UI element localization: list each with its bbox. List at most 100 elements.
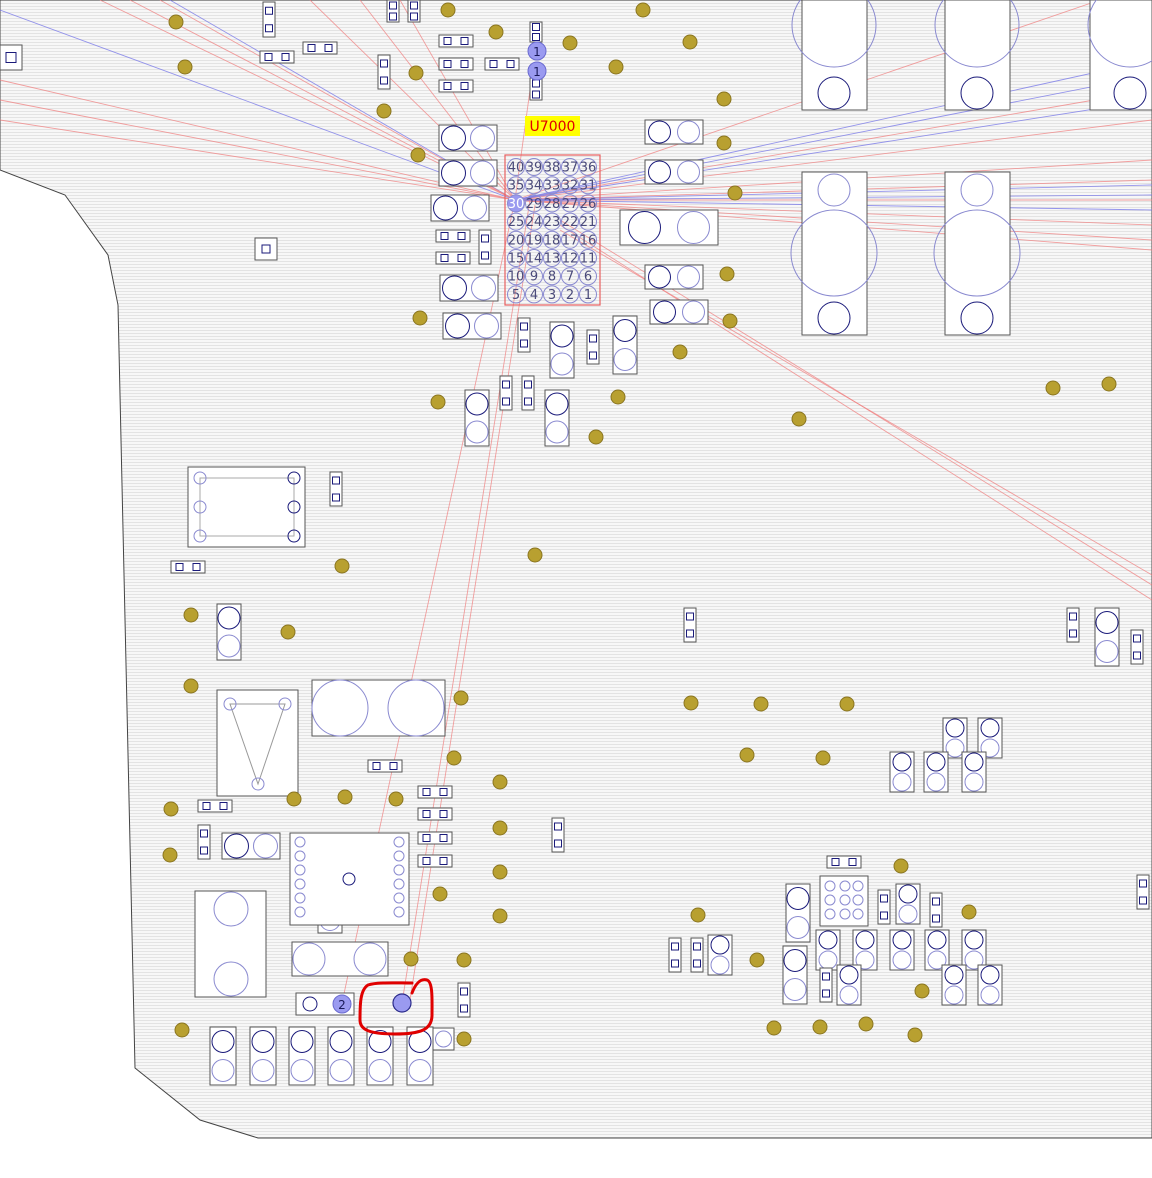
pcb-board-view[interactable]: 40 39 38 37 3635 34 33 32 3130 29 28 27 2625 24 23 22 21… <box>0 0 1152 1178</box>
passive-component[interactable] <box>417 831 453 845</box>
passive-component[interactable] <box>302 41 338 55</box>
passive-component[interactable] <box>644 119 704 145</box>
passive-component[interactable] <box>544 389 570 447</box>
passive-component[interactable] <box>417 807 453 821</box>
ic-pin[interactable]: 17 <box>561 230 579 249</box>
passive-component[interactable] <box>690 937 704 973</box>
passive-component[interactable] <box>438 34 474 48</box>
passive-component[interactable] <box>438 57 474 71</box>
passive-component[interactable] <box>406 1026 434 1086</box>
ic-pin[interactable]: 31 <box>579 176 597 195</box>
passive-component[interactable] <box>197 799 233 813</box>
ic-pin[interactable]: 11 <box>579 249 597 267</box>
ic-pin[interactable]: 30 <box>507 194 525 213</box>
passive-component[interactable] <box>517 317 531 353</box>
ic-pin[interactable]: 22 <box>561 212 579 231</box>
passive-component[interactable] <box>329 471 343 507</box>
passive-component[interactable] <box>1130 629 1144 665</box>
ic-pin[interactable]: 24 <box>525 212 543 231</box>
passive-component[interactable] <box>785 883 811 943</box>
passive-component[interactable] <box>367 759 403 773</box>
passive-component[interactable] <box>438 159 498 187</box>
passive-component[interactable] <box>529 21 543 43</box>
passive-component[interactable] <box>435 229 471 243</box>
passive-component[interactable] <box>439 274 499 302</box>
ic-pin[interactable]: 27 <box>561 194 579 213</box>
ic-pin[interactable]: 19 <box>525 230 543 249</box>
passive-component[interactable] <box>683 607 697 643</box>
passive-component[interactable] <box>929 892 943 928</box>
passive-component[interactable] <box>438 124 498 152</box>
passive-component[interactable] <box>923 751 949 793</box>
passive-component[interactable] <box>216 603 242 661</box>
passive-component[interactable] <box>852 929 878 971</box>
ic-pin[interactable]: 38 <box>543 158 561 176</box>
ic-pin[interactable]: 18 <box>543 230 561 249</box>
passive-component[interactable] <box>961 929 987 971</box>
ic-pin[interactable]: 29 <box>525 194 543 213</box>
passive-component[interactable] <box>707 934 733 976</box>
passive-component[interactable] <box>961 751 987 793</box>
passive-component[interactable] <box>815 929 841 971</box>
passive-component[interactable] <box>889 929 915 971</box>
passive-component[interactable] <box>377 54 391 90</box>
ic-pin[interactable]: 10 <box>507 267 525 286</box>
passive-component[interactable] <box>644 264 704 290</box>
ic-pin[interactable]: 36 <box>579 158 597 176</box>
passive-component[interactable] <box>895 883 921 925</box>
passive-component[interactable] <box>457 982 471 1018</box>
passive-component[interactable] <box>499 375 513 411</box>
passive-component[interactable] <box>430 194 490 222</box>
passive-component[interactable] <box>826 855 862 869</box>
passive-component[interactable] <box>417 785 453 799</box>
passive-component[interactable] <box>249 1026 277 1086</box>
passive-component[interactable] <box>386 0 400 23</box>
passive-component[interactable] <box>262 1 276 38</box>
passive-component[interactable] <box>924 929 950 971</box>
passive-component[interactable] <box>889 751 915 793</box>
passive-component[interactable] <box>484 57 520 71</box>
ic-pin[interactable]: 21 <box>579 212 597 231</box>
ic-pin[interactable]: 14 <box>525 249 543 267</box>
ic-pin[interactable]: 32 <box>561 176 579 195</box>
selected-pad[interactable] <box>392 993 412 1013</box>
passive-component[interactable] <box>877 889 891 925</box>
passive-component[interactable] <box>407 0 421 23</box>
passive-component[interactable] <box>327 1026 355 1086</box>
ic-pin[interactable]: 39 <box>525 158 543 176</box>
passive-component[interactable] <box>0 44 23 71</box>
ic-pin[interactable]: 25 <box>507 212 525 231</box>
pin1-marker-b[interactable]: 1 <box>527 61 547 81</box>
passive-component[interactable] <box>170 560 206 574</box>
passive-component[interactable] <box>549 321 575 379</box>
passive-component[interactable] <box>782 945 808 1005</box>
ic-pin[interactable]: 37 <box>561 158 579 176</box>
passive-component[interactable] <box>288 1026 316 1086</box>
passive-component[interactable] <box>586 329 600 365</box>
passive-component[interactable] <box>259 50 295 64</box>
pin2-marker[interactable]: 2 <box>295 992 355 1016</box>
passive-component[interactable] <box>464 389 490 447</box>
ic-pin[interactable]: 34 <box>525 176 543 195</box>
passive-component[interactable] <box>941 964 967 1006</box>
passive-component[interactable] <box>529 77 543 101</box>
passive-component[interactable] <box>1136 874 1150 910</box>
passive-component[interactable] <box>417 854 453 868</box>
ic-pin[interactable]: 28 <box>543 194 561 213</box>
passive-component[interactable] <box>221 832 281 860</box>
ic-pin[interactable]: 20 <box>507 230 525 249</box>
passive-component[interactable] <box>977 964 1003 1006</box>
passive-component[interactable] <box>438 79 474 93</box>
ic-pin[interactable]: 13 <box>543 249 561 267</box>
pin1-marker-a[interactable]: 1 <box>527 41 547 61</box>
passive-component[interactable] <box>619 209 719 246</box>
ic-pin[interactable]: 12 <box>561 249 579 267</box>
passive-component[interactable] <box>478 229 492 265</box>
passive-component[interactable] <box>551 817 565 853</box>
ic-pin[interactable]: 16 <box>579 230 597 249</box>
passive-component[interactable] <box>521 375 535 411</box>
passive-component[interactable] <box>442 312 502 340</box>
passive-component[interactable] <box>209 1026 237 1086</box>
passive-component[interactable] <box>1066 607 1080 643</box>
passive-component[interactable] <box>197 824 211 860</box>
